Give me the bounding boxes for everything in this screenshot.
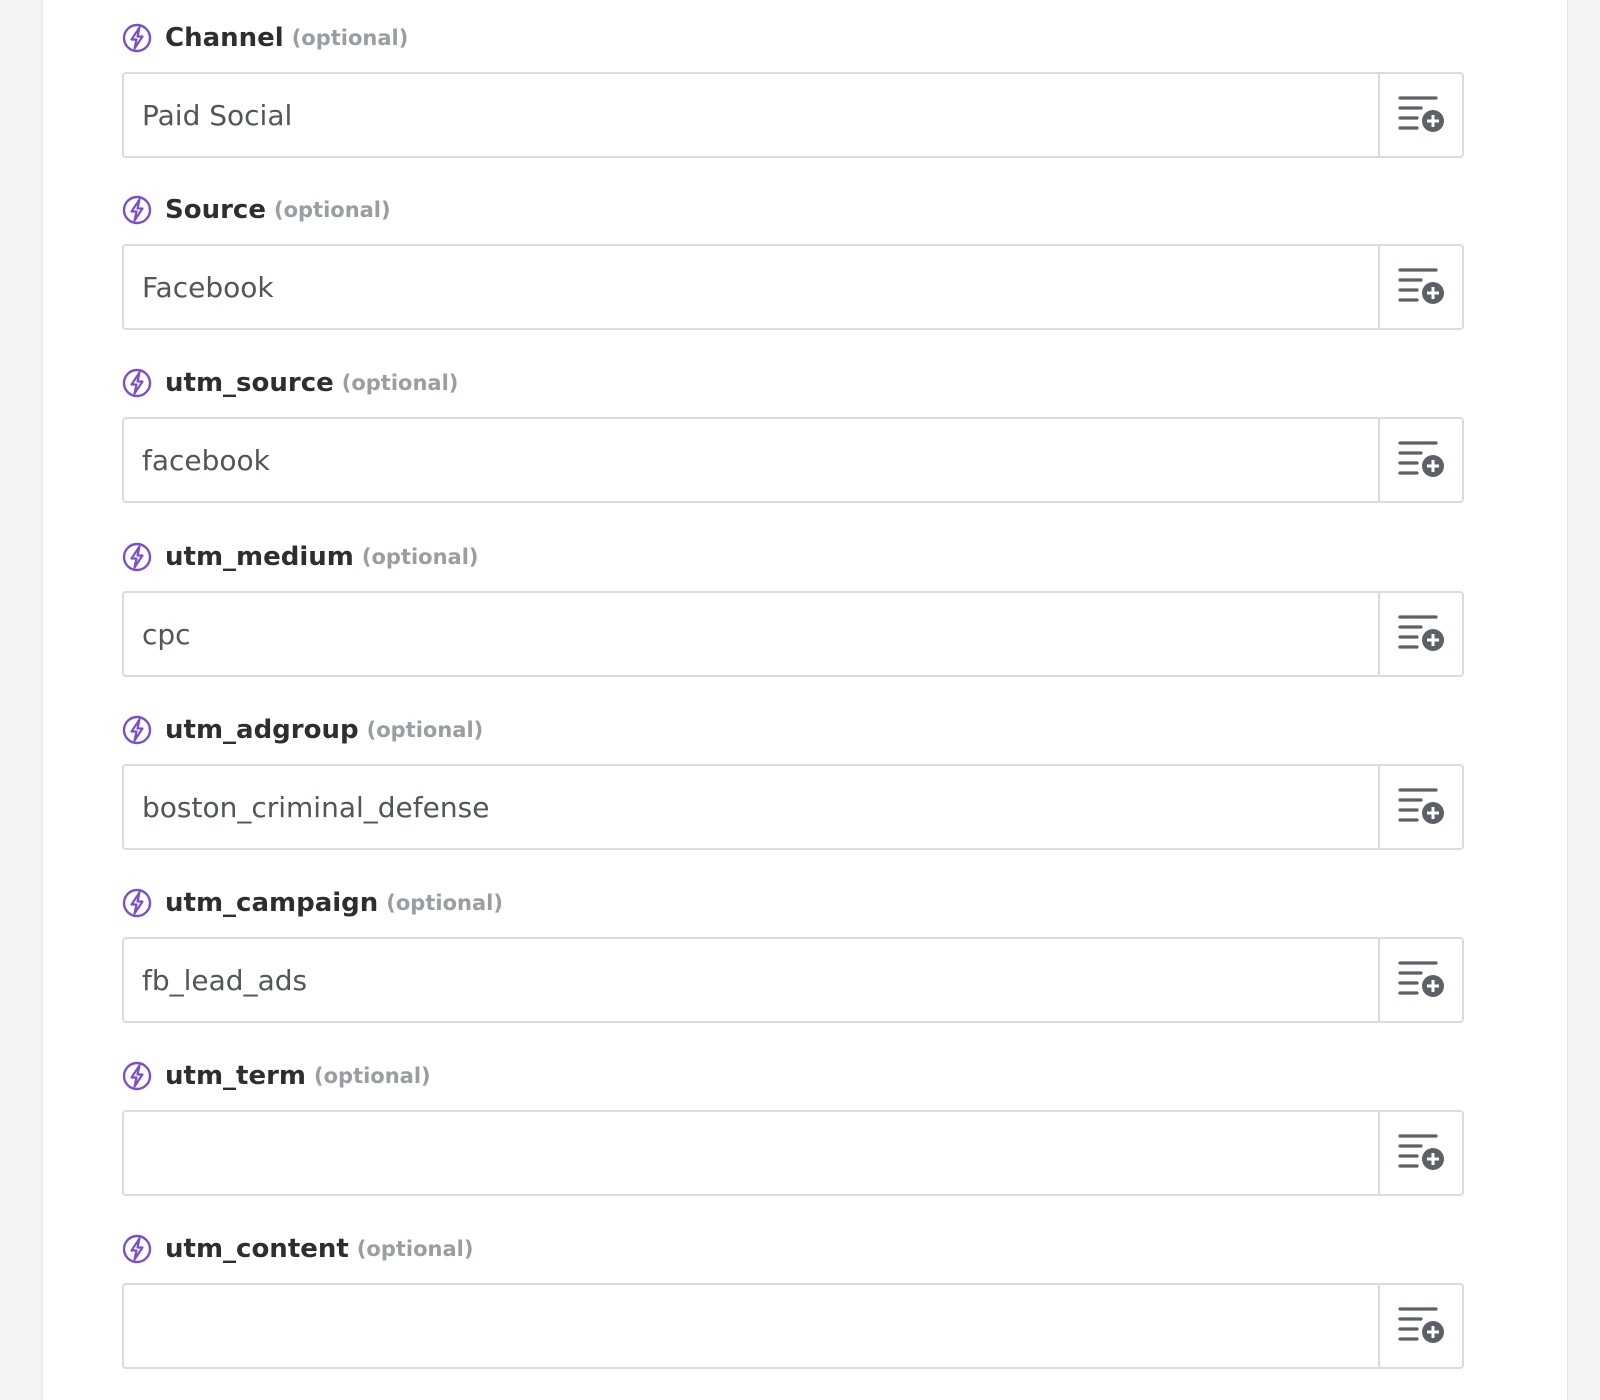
list-plus-icon [1397,1131,1445,1175]
field-channel: Channel (optional) Paid Social [122,18,1464,158]
optional-tag: (optional) [341,371,459,395]
input-value[interactable] [142,1112,1362,1194]
input-value[interactable]: Facebook [142,246,1362,328]
channel-input[interactable]: Paid Social [122,72,1464,158]
optional-tag: (optional) [366,718,484,742]
field-utm-content: utm_content (optional) [122,1229,1464,1369]
field-label: utm_source [165,368,334,398]
list-plus-icon [1397,612,1445,656]
lightning-bolt-icon [122,195,152,225]
optional-tag: (optional) [273,198,391,222]
field-utm-source: utm_source (optional) facebook [122,363,1464,503]
list-plus-icon [1397,438,1445,482]
input-value[interactable]: facebook [142,419,1362,501]
field-utm-medium: utm_medium (optional) cpc [122,537,1464,677]
field-label: utm_campaign [165,888,379,918]
insert-data-button[interactable] [1378,74,1462,156]
field-utm-adgroup: utm_adgroup (optional) boston_criminal_d… [122,710,1464,850]
field-label: Source [165,195,266,225]
field-label: utm_term [165,1061,307,1091]
insert-data-button[interactable] [1378,246,1462,328]
field-label-row: Channel (optional) [122,18,408,58]
field-label: utm_content [165,1234,349,1264]
utm-content-input[interactable] [122,1283,1464,1369]
optional-tag: (optional) [291,26,409,50]
form-panel: Channel (optional) Paid Social Source (o… [42,0,1568,1400]
field-source: Source (optional) Facebook [122,190,1464,330]
list-plus-icon [1397,1304,1445,1348]
optional-tag: (optional) [361,545,479,569]
field-label-row: utm_campaign (optional) [122,883,503,923]
lightning-bolt-icon [122,368,152,398]
field-label: utm_adgroup [165,715,359,745]
input-value[interactable] [142,1285,1362,1367]
utm-adgroup-input[interactable]: boston_criminal_defense [122,764,1464,850]
field-utm-term: utm_term (optional) [122,1056,1464,1196]
lightning-bolt-icon [122,888,152,918]
insert-data-button[interactable] [1378,593,1462,675]
insert-data-button[interactable] [1378,1112,1462,1194]
field-label: utm_medium [165,542,354,572]
utm-source-input[interactable]: facebook [122,417,1464,503]
list-plus-icon [1397,785,1445,829]
list-plus-icon [1397,265,1445,309]
utm-campaign-input[interactable]: fb_lead_ads [122,937,1464,1023]
field-label-row: utm_adgroup (optional) [122,710,483,750]
list-plus-icon [1397,93,1445,137]
field-label-row: utm_content (optional) [122,1229,473,1269]
field-label-row: Source (optional) [122,190,391,230]
lightning-bolt-icon [122,542,152,572]
utm-medium-input[interactable]: cpc [122,591,1464,677]
lightning-bolt-icon [122,1234,152,1264]
field-label-row: utm_medium (optional) [122,537,479,577]
list-plus-icon [1397,958,1445,1002]
insert-data-button[interactable] [1378,766,1462,848]
optional-tag: (optional) [356,1237,474,1261]
optional-tag: (optional) [386,891,503,915]
field-label-row: utm_source (optional) [122,363,458,403]
lightning-bolt-icon [122,1061,152,1091]
source-input[interactable]: Facebook [122,244,1464,330]
lightning-bolt-icon [122,23,152,53]
insert-data-button[interactable] [1378,419,1462,501]
utm-term-input[interactable] [122,1110,1464,1196]
input-value[interactable]: boston_criminal_defense [142,766,1362,848]
input-value[interactable]: cpc [142,593,1362,675]
lightning-bolt-icon [122,715,152,745]
insert-data-button[interactable] [1378,939,1462,1021]
field-label-row: utm_term (optional) [122,1056,431,1096]
optional-tag: (optional) [314,1064,431,1088]
input-value[interactable]: fb_lead_ads [142,939,1362,1021]
input-value[interactable]: Paid Social [142,74,1362,156]
insert-data-button[interactable] [1378,1285,1462,1367]
field-label: Channel [165,23,284,53]
field-utm-campaign: utm_campaign (optional) fb_lead_ads [122,883,1464,1023]
